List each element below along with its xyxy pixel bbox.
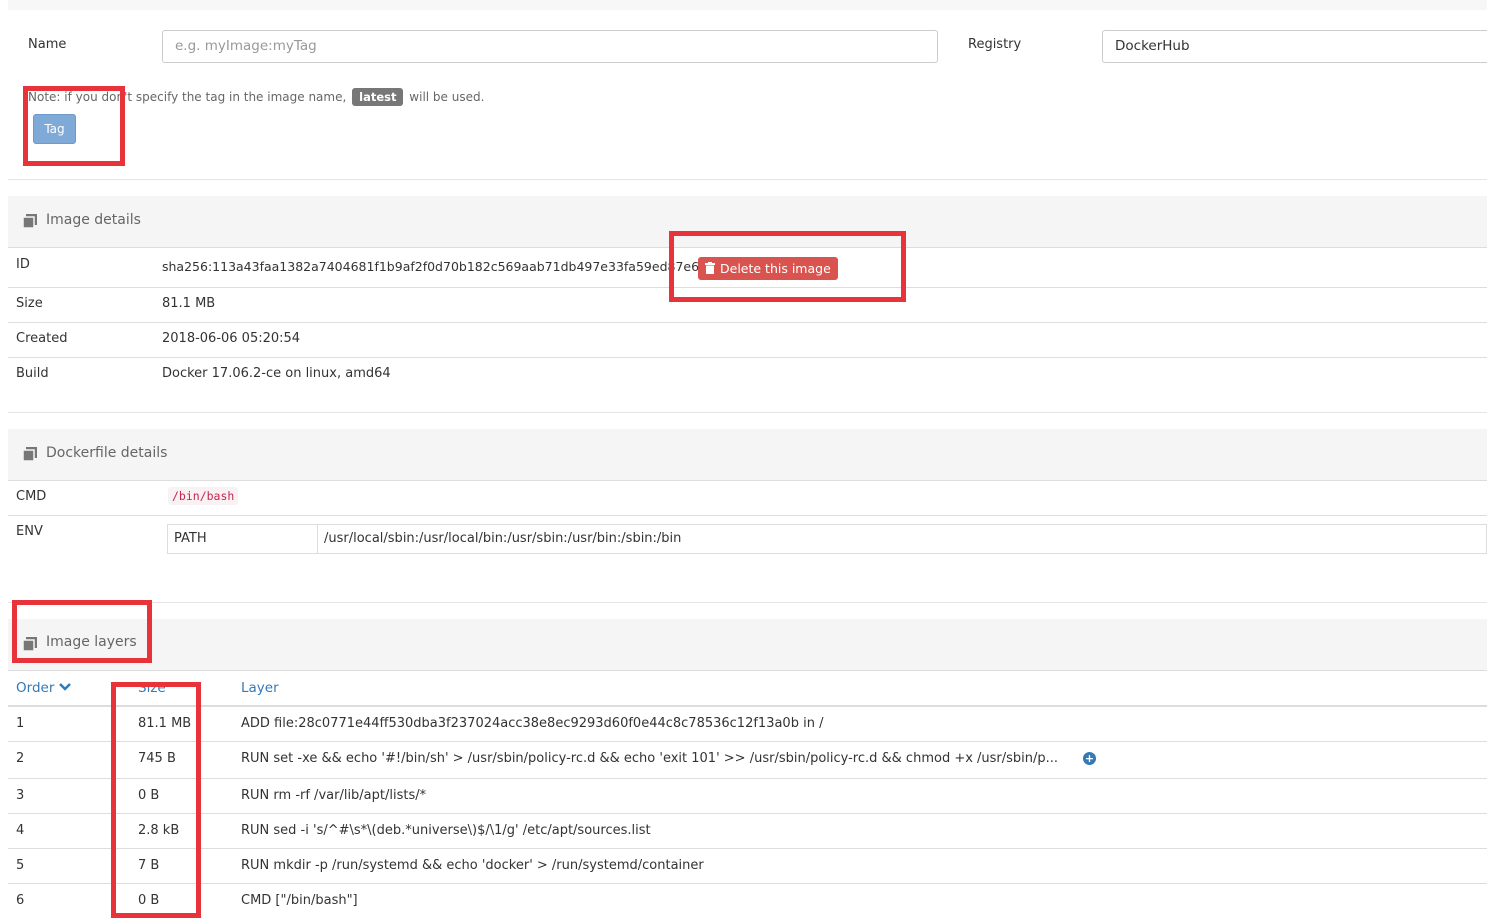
highlight-box-layers-title bbox=[12, 600, 152, 663]
layer-instruction: RUN set -xe && echo '#!/bin/sh' > /usr/s… bbox=[241, 751, 1059, 766]
created-label: Created bbox=[16, 331, 68, 346]
env-table: PATH /usr/local/sbin:/usr/local/bin:/usr… bbox=[167, 524, 1487, 554]
latest-badge: latest bbox=[352, 88, 404, 106]
clone-icon bbox=[23, 214, 37, 228]
build-value: Docker 17.06.2-ce on linux, amd64 bbox=[162, 366, 391, 381]
chevron-down-icon bbox=[58, 683, 71, 691]
dockerfile-details-title: Dockerfile details bbox=[46, 445, 168, 461]
layer-instruction: ADD file:28c0771e44ff530dba3f237024acc38… bbox=[241, 716, 824, 731]
env-key: PATH bbox=[168, 525, 318, 553]
layer-order: 2 bbox=[16, 751, 25, 766]
env-label: ENV bbox=[16, 524, 43, 539]
tag-image-panel: Name e.g. myImage:myTag Registry DockerH… bbox=[8, 0, 1487, 180]
dockerfile-row-env: ENV PATH /usr/local/sbin:/usr/local/bin:… bbox=[8, 516, 1487, 576]
table-row: 60 B CMD ["/bin/bash"] bbox=[8, 884, 1487, 919]
image-layers-header: Image layers bbox=[8, 619, 1487, 671]
image-details-title: Image details bbox=[46, 212, 141, 228]
registry-select[interactable]: DockerHub bbox=[1102, 30, 1487, 63]
layer-column-header[interactable]: Layer bbox=[241, 680, 279, 696]
table-row: 57 B RUN mkdir -p /run/systemd && echo 'd… bbox=[8, 849, 1487, 884]
layer-instruction: RUN rm -rf /var/lib/apt/lists/* bbox=[241, 788, 427, 803]
layer-order: 5 bbox=[16, 858, 25, 873]
detail-row-build: Build Docker 17.06.2-ce on linux, amd64 bbox=[8, 358, 1487, 393]
dockerfile-row-cmd: CMD /bin/bash bbox=[8, 481, 1487, 516]
dockerfile-details-panel: Dockerfile details CMD /bin/bash ENV PAT… bbox=[8, 429, 1487, 603]
size-label: Size bbox=[16, 296, 43, 311]
layer-instruction: RUN sed -i 's/^#\s*\(deb.*universe\)$/\1… bbox=[241, 823, 651, 838]
registry-label: Registry bbox=[968, 37, 1022, 52]
highlight-box-delete bbox=[669, 231, 906, 302]
clone-icon bbox=[23, 447, 37, 461]
image-details-panel: Image details ID sha256:113a43faa1382a74… bbox=[8, 196, 1487, 413]
layer-order: 3 bbox=[16, 788, 25, 803]
layer-order: 4 bbox=[16, 823, 25, 838]
image-layers-panel: Image layers Order Size Layer 1 81.1 MB AD… bbox=[8, 619, 1487, 924]
env-value: /usr/local/sbin:/usr/local/bin:/usr/sbin… bbox=[324, 531, 682, 546]
detail-row-created: Created 2018-06-06 05:20:54 bbox=[8, 323, 1487, 358]
build-label: Build bbox=[16, 366, 49, 381]
layers-table-header: Order Size Layer bbox=[8, 671, 1487, 707]
table-row: 2 745 B RUN set -xe && echo '#!/bin/sh' > … bbox=[8, 742, 1487, 779]
table-row: 1 81.1 MB ADD file:28c0771e44ff530dba3f237… bbox=[8, 707, 1487, 742]
order-header-label: Order bbox=[16, 680, 55, 696]
table-row: 30 B RUN rm -rf /var/lib/apt/lists/* bbox=[8, 779, 1487, 814]
note-suffix: will be used. bbox=[409, 90, 485, 104]
dockerfile-details-header: Dockerfile details bbox=[8, 429, 1487, 481]
created-value: 2018-06-06 05:20:54 bbox=[162, 331, 301, 346]
id-label: ID bbox=[16, 257, 30, 272]
id-value: sha256:113a43faa1382a7404681f1b9af2f0d70… bbox=[162, 259, 700, 274]
layer-order: 1 bbox=[16, 716, 25, 731]
layer-instruction: RUN mkdir -p /run/systemd && echo 'docke… bbox=[241, 858, 704, 873]
table-row: 4 2.8 kB RUN sed -i 's/^#\s*\(deb.*univers… bbox=[8, 814, 1487, 849]
cmd-label: CMD bbox=[16, 489, 47, 504]
expand-layer-icon[interactable]: + bbox=[1083, 751, 1096, 766]
layer-instruction: CMD ["/bin/bash"] bbox=[241, 893, 358, 908]
name-label: Name bbox=[28, 37, 67, 52]
size-value: 81.1 MB bbox=[162, 296, 216, 311]
cmd-value: /bin/bash bbox=[168, 487, 239, 505]
image-name-input[interactable]: e.g. myImage:myTag bbox=[162, 30, 938, 63]
highlight-box-size-column bbox=[111, 682, 201, 918]
highlight-box-tag bbox=[23, 86, 125, 166]
layer-order: 6 bbox=[16, 893, 25, 908]
order-column-header[interactable]: Order bbox=[16, 680, 71, 696]
